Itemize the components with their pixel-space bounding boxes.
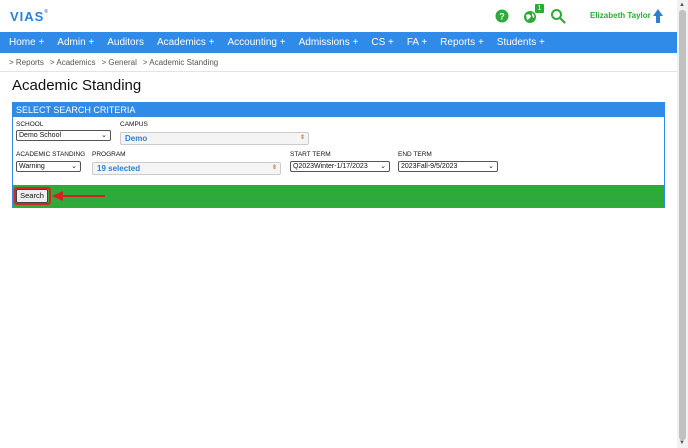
top-header: VIAS® ? 1 Elizabeth Taylor [0,0,677,32]
breadcrumb-reports[interactable]: > Reports [9,58,44,67]
program-label: PROGRAM [92,151,126,158]
program-select-value: 19 selected [97,164,141,173]
start-term-label: START TERM [290,151,331,158]
search-criteria-panel: SELECT SEARCH CRITERIA SCHOOL Demo Schoo… [12,102,665,208]
user-arrow-icon[interactable] [652,8,664,24]
user-name[interactable]: Elizabeth Taylor [590,11,651,20]
campus-label: CAMPUS [120,121,148,128]
program-select[interactable]: 19 selected ⇕ [92,162,281,175]
header-divider [0,71,677,72]
search-button[interactable]: Search [16,189,48,203]
breadcrumb-academics[interactable]: > Academics [50,58,96,67]
start-term-value: Q2023Winter-1/17/2023 [293,163,368,170]
notification-badge: 1 [535,4,544,13]
end-term-label: END TERM [398,151,432,158]
academic-standing-label: ACADEMIC STANDING [16,151,86,158]
breadcrumb: > Reports > Academics > General > Academ… [9,58,218,67]
start-term-select[interactable]: Q2023Winter-1/17/2023 ⌄ [290,161,390,172]
nav-item-accounting[interactable]: Accounting + [227,37,298,48]
nav-item-students[interactable]: Students + [497,37,558,48]
nav-item-cs[interactable]: CS + [371,37,407,48]
scroll-down-icon[interactable]: ▼ [679,440,685,446]
school-label: SCHOOL [16,121,44,128]
panel-heading: SELECT SEARCH CRITERIA [13,103,664,117]
nav-item-academics[interactable]: Academics + [157,37,228,48]
breadcrumb-academic-standing: > Academic Standing [142,58,219,67]
annotation-arrow-icon [52,191,105,201]
nav-item-fa[interactable]: FA + [407,37,440,48]
campus-select-value: Demo [125,134,148,143]
main-nav: Home + Admin + Auditors Academics + Acco… [0,32,677,53]
help-icon[interactable]: ? [494,8,510,24]
caret-down-icon: ⌄ [71,163,77,170]
svg-text:?: ? [499,12,505,22]
end-term-value: 2023Fall-9/5/2023 [401,163,458,170]
breadcrumb-general[interactable]: > General [101,58,136,67]
action-bar: Search [13,185,664,207]
caret-down-icon: ⌄ [380,163,386,170]
caret-updown-icon: ⇕ [299,135,305,141]
campus-select[interactable]: Demo ⇕ [120,132,309,145]
logo[interactable]: VIAS® [10,9,49,24]
scroll-thumb[interactable] [679,10,686,440]
academic-standing-value: Warning [19,163,45,170]
vertical-scrollbar[interactable]: ▲ ▼ [677,0,688,448]
school-select[interactable]: Demo School ⌄ [16,130,111,141]
nav-item-home[interactable]: Home + [0,37,57,48]
nav-item-admin[interactable]: Admin + [57,37,107,48]
search-icon[interactable] [550,8,566,24]
academic-standing-select[interactable]: Warning ⌄ [16,161,81,172]
caret-updown-icon: ⇕ [271,165,277,171]
caret-down-icon: ⌄ [101,132,107,139]
school-select-value: Demo School [19,132,62,139]
page: VIAS® ? 1 Elizabeth Taylor Home + Admin … [0,0,688,448]
end-term-select[interactable]: 2023Fall-9/5/2023 ⌄ [398,161,498,172]
caret-down-icon: ⌄ [488,163,494,170]
nav-item-auditors[interactable]: Auditors [107,37,157,48]
nav-item-reports[interactable]: Reports + [440,37,497,48]
nav-item-admissions[interactable]: Admissions + [299,37,372,48]
scroll-up-icon[interactable]: ▲ [679,2,685,8]
page-title: Academic Standing [12,77,142,94]
